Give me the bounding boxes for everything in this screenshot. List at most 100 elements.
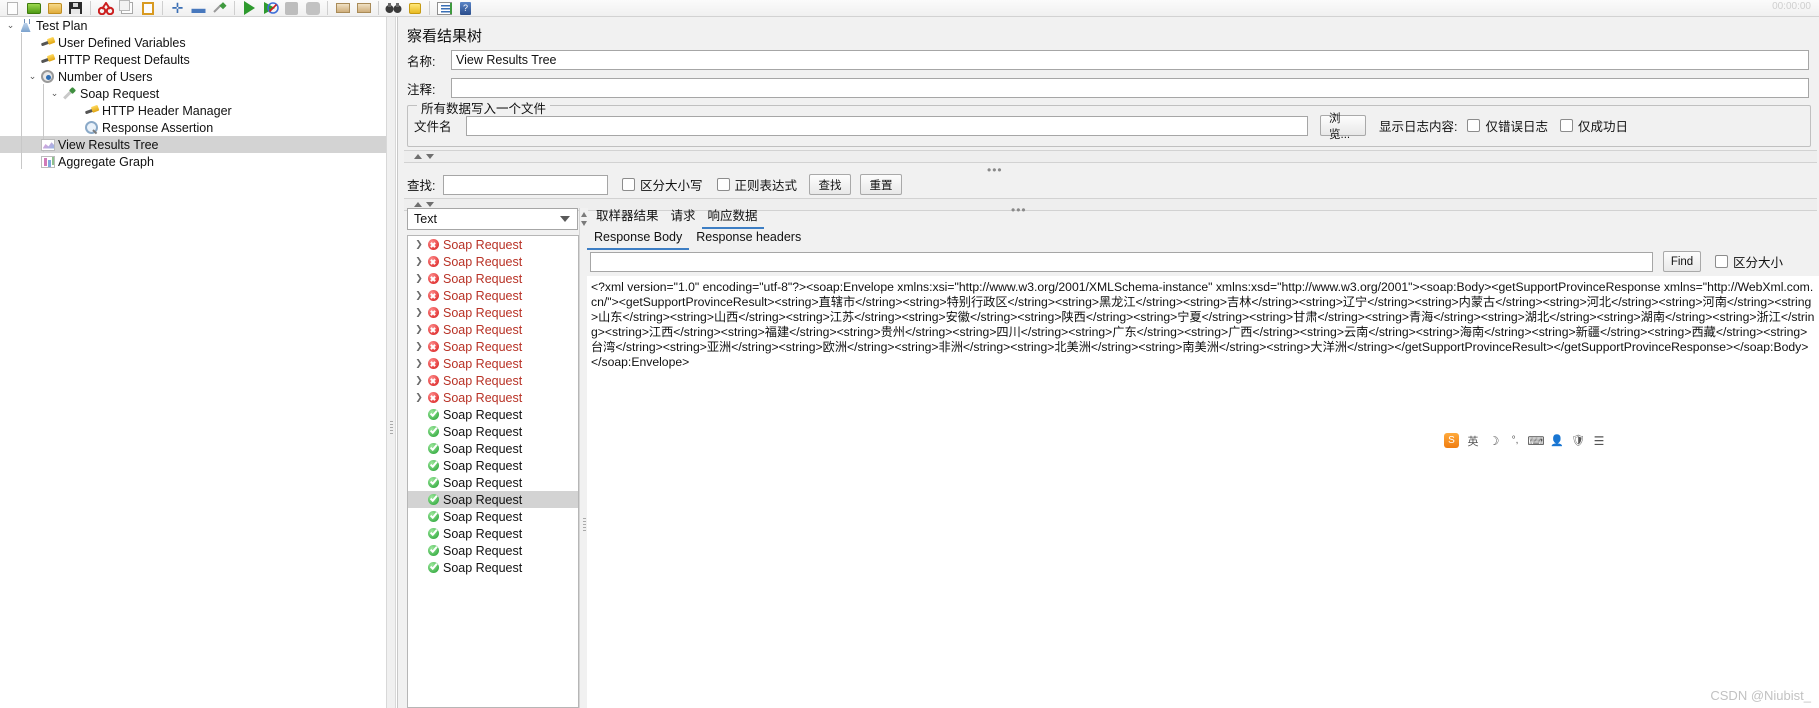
result-row[interactable]: ❯ Soap Request — [408, 372, 578, 389]
render-type-combo[interactable]: Text — [407, 208, 578, 230]
chinese-mode-icon[interactable]: 英 — [1466, 434, 1480, 448]
chevron-down-icon[interactable]: ⌄ — [26, 71, 39, 82]
chevron-right-icon[interactable]: ❯ — [412, 392, 426, 403]
result-row[interactable]: ❯ Soap Request — [408, 355, 578, 372]
expand-all-button[interactable]: ✛ — [167, 0, 188, 17]
tree-item-user-defined-variables[interactable]: User Defined Variables — [0, 34, 386, 51]
tree-item-http-header-manager[interactable]: HTTP Header Manager — [0, 102, 386, 119]
search-button[interactable] — [383, 0, 404, 17]
function-helper-button[interactable] — [434, 0, 455, 17]
tree-item-aggregate-graph[interactable]: Aggregate Graph — [0, 153, 386, 170]
new-file-button[interactable] — [2, 0, 23, 17]
start-button[interactable] — [239, 0, 260, 17]
result-row[interactable]: Soap Request — [408, 440, 578, 457]
reset-search-button[interactable] — [404, 0, 425, 17]
result-row[interactable]: ❯ Soap Request — [408, 236, 578, 253]
chevron-right-icon[interactable]: ❯ — [412, 239, 426, 250]
result-row[interactable]: Soap Request — [408, 491, 578, 508]
half-width-icon[interactable]: °, — [1508, 434, 1522, 448]
chevron-right-icon[interactable]: ❯ — [412, 358, 426, 369]
copy-button[interactable] — [116, 0, 137, 17]
response-subtabs[interactable]: Response Body Response headers — [587, 227, 808, 250]
paste-button[interactable] — [137, 0, 158, 17]
sogou-input-icon[interactable]: S — [1444, 433, 1459, 448]
subtab-response-body[interactable]: Response Body — [587, 227, 690, 250]
clear-all-button[interactable] — [353, 0, 374, 17]
result-row[interactable]: Soap Request — [408, 423, 578, 440]
result-row[interactable]: Soap Request — [408, 508, 578, 525]
detail-tabs[interactable]: 取样器结果 请求 响应数据 — [590, 203, 764, 229]
shutdown-button[interactable] — [302, 0, 323, 17]
collapse-up-arrow-icon[interactable] — [414, 154, 422, 159]
menu-icon[interactable]: ☰ — [1592, 434, 1606, 448]
keyboard-icon[interactable]: ⌨ — [1527, 434, 1544, 448]
moon-icon[interactable]: ☽ — [1487, 434, 1501, 448]
collapse-up-arrow-icon-2[interactable] — [414, 202, 422, 207]
case-sensitive-checkbox[interactable] — [622, 178, 635, 191]
result-row[interactable]: ❯ Soap Request — [408, 338, 578, 355]
splitter-down-arrow-icon[interactable] — [581, 221, 587, 226]
detail-case-sensitive-checkbox[interactable] — [1715, 255, 1728, 268]
templates-button[interactable] — [23, 0, 44, 17]
tab-request[interactable]: 请求 — [665, 203, 702, 229]
tab-response-data[interactable]: 响应数据 — [701, 203, 764, 229]
splitter-dots-2[interactable]: ••• — [1011, 203, 1027, 217]
detail-search-input[interactable] — [590, 251, 1653, 272]
subtab-response-headers[interactable]: Response headers — [689, 227, 808, 250]
tab-sampler-result[interactable]: 取样器结果 — [590, 203, 665, 229]
splitter-dots-1[interactable]: ••• — [987, 163, 1003, 177]
tree-item-http-request-defaults[interactable]: HTTP Request Defaults — [0, 51, 386, 68]
ime-toolbar[interactable]: S 英 ☽ °, ⌨ 👤 🛡 ☰ — [1444, 433, 1606, 448]
regex-checkbox[interactable] — [716, 178, 730, 191]
toolbox-icon[interactable]: 🛡 — [1571, 434, 1585, 448]
result-row[interactable]: ❯ Soap Request — [408, 270, 578, 287]
detail-find-button[interactable]: Find — [1663, 251, 1701, 272]
collapse-down-arrow-icon-2[interactable] — [426, 202, 434, 207]
user-icon[interactable]: 👤 — [1550, 434, 1564, 448]
filename-input[interactable] — [466, 115, 1308, 136]
splitter-up-arrow-icon[interactable] — [581, 212, 587, 217]
help-button[interactable]: ? — [455, 0, 476, 17]
result-row[interactable]: Soap Request — [408, 457, 578, 474]
success-only-checkbox[interactable] — [1560, 119, 1573, 132]
tree-item-view-results-tree[interactable]: View Results Tree — [0, 136, 386, 153]
chevron-right-icon[interactable]: ❯ — [412, 290, 426, 301]
errors-only-checkbox[interactable] — [1467, 119, 1481, 132]
collapse-down-arrow-icon[interactable] — [426, 154, 434, 159]
chevron-down-icon[interactable]: ⌄ — [48, 88, 61, 99]
open-button[interactable] — [44, 0, 65, 17]
result-row[interactable]: Soap Request — [408, 542, 578, 559]
results-list[interactable]: ❯ Soap Request ❯ Soap Request ❯ Soap Request ❯… — [407, 235, 579, 708]
toggle-button[interactable] — [209, 0, 230, 17]
reset-button[interactable]: 重置 — [860, 174, 903, 195]
tree-main-splitter[interactable] — [386, 17, 396, 708]
chevron-right-icon[interactable]: ❯ — [412, 341, 426, 352]
test-plan-tree[interactable]: ⌄ Test Plan User Defined Variables HTTP Req… — [0, 17, 386, 708]
chevron-right-icon[interactable]: ❯ — [412, 307, 426, 318]
chevron-right-icon[interactable]: ❯ — [412, 375, 426, 386]
tree-item-number-of-users[interactable]: ⌄ Number of Users — [0, 68, 386, 85]
cut-button[interactable] — [95, 0, 116, 17]
chevron-right-icon[interactable]: ❯ — [412, 273, 426, 284]
collapse-strip-1[interactable] — [404, 150, 1817, 163]
chevron-down-icon[interactable]: ⌄ — [4, 20, 17, 31]
result-row[interactable]: Soap Request — [408, 474, 578, 491]
result-row[interactable]: Soap Request — [408, 406, 578, 423]
find-button[interactable]: 查找 — [809, 174, 852, 195]
result-row[interactable]: ❯ Soap Request — [408, 389, 578, 406]
result-row[interactable]: Soap Request — [408, 525, 578, 542]
result-row[interactable]: ❯ Soap Request — [408, 321, 578, 338]
result-row[interactable]: ❯ Soap Request — [408, 253, 578, 270]
tree-item-response-assertion[interactable]: Response Assertion — [0, 119, 386, 136]
browse-button[interactable]: 浏览... — [1320, 113, 1366, 141]
result-row[interactable]: Soap Request — [408, 559, 578, 576]
result-row[interactable]: ❯ Soap Request — [408, 287, 578, 304]
comment-input[interactable] — [451, 78, 1809, 98]
chevron-right-icon[interactable]: ❯ — [412, 256, 426, 267]
tree-item-test-plan[interactable]: ⌄ Test Plan — [0, 17, 386, 34]
clear-button[interactable] — [332, 0, 353, 17]
start-no-pauses-button[interactable] — [260, 0, 281, 17]
search-input[interactable] — [443, 174, 608, 195]
result-row[interactable]: ❯ Soap Request — [408, 304, 578, 321]
save-button[interactable] — [65, 0, 86, 17]
